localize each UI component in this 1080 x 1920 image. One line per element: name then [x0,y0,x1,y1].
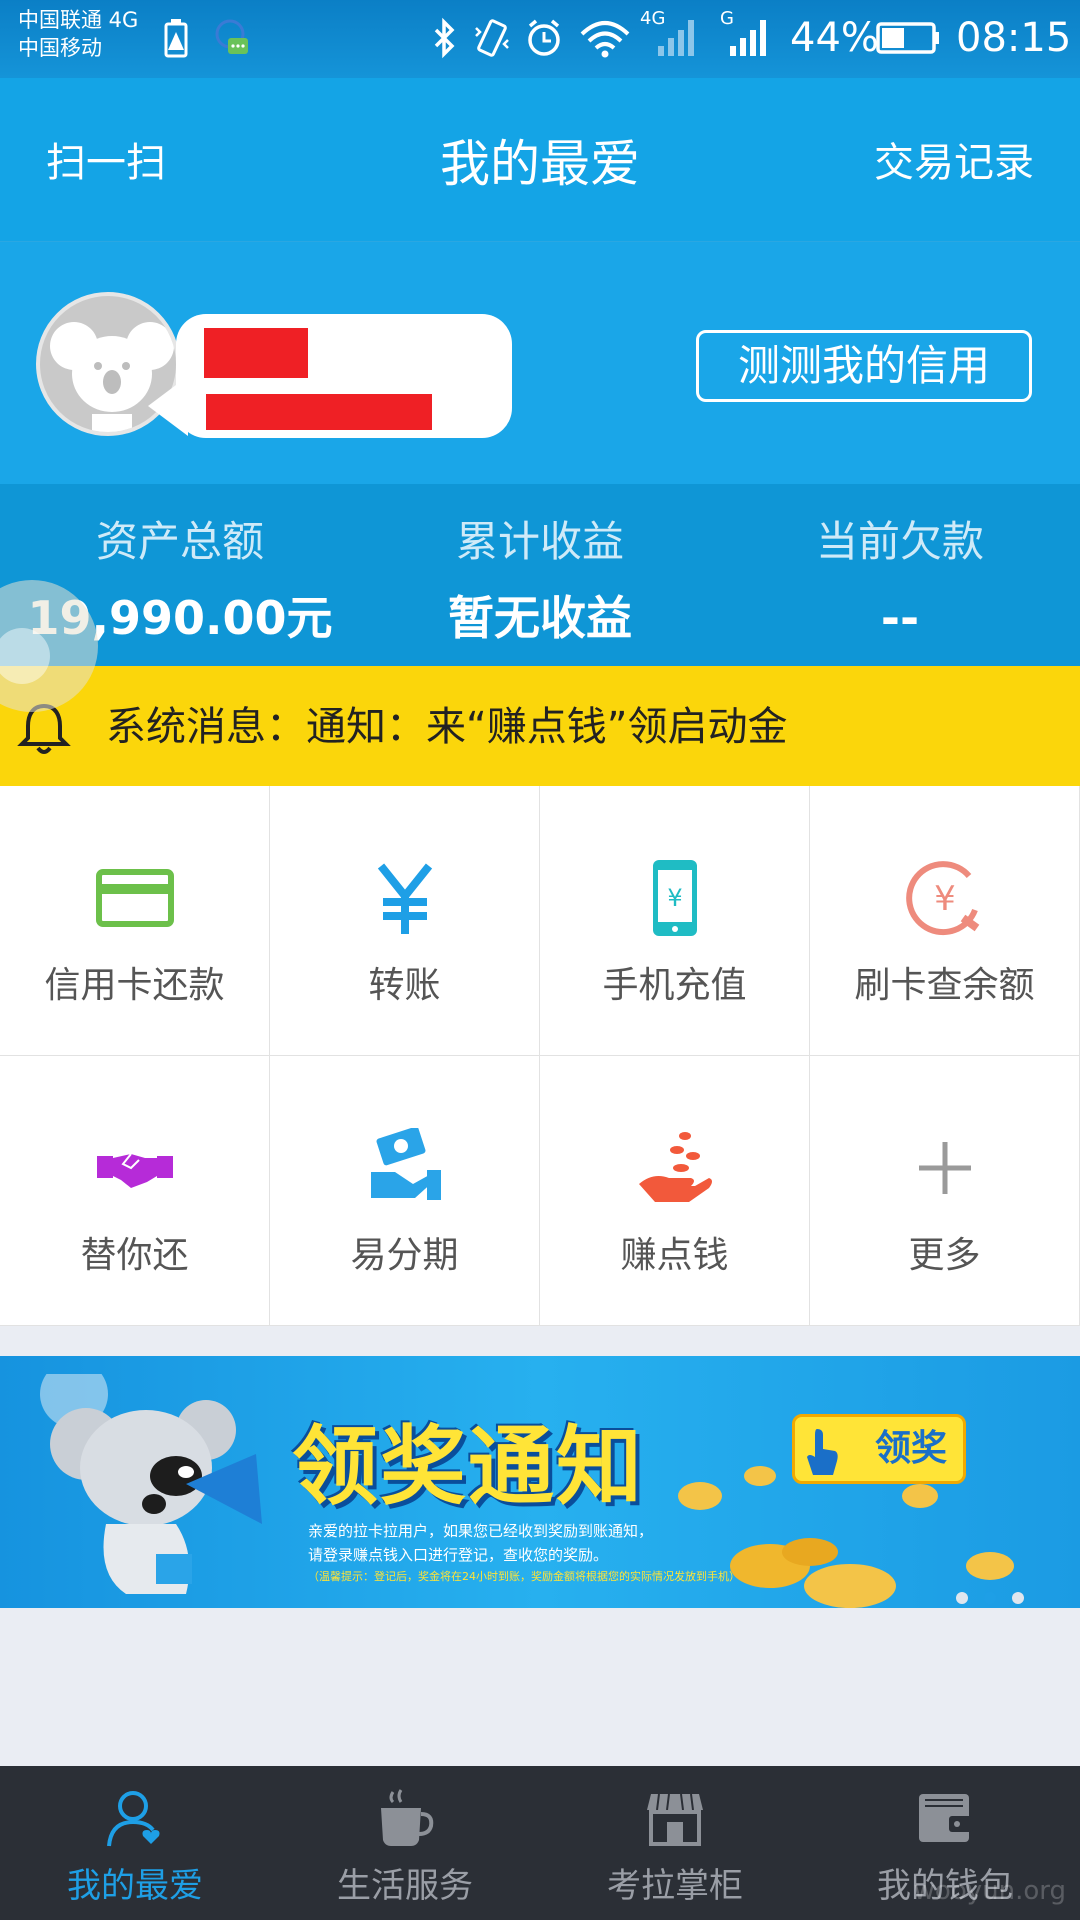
signal-icon [658,20,694,56]
gold-coins-icon [678,1466,1014,1608]
status-bar: 中国联通 4G 中国移动 4G G 44% 08:15 [0,0,1080,78]
stat-current-debt[interactable]: 当前欠款 -- [720,514,1080,648]
stat-value: -- [880,591,920,645]
service-label: 赚点钱 [620,1235,729,1276]
yuan-icon [377,863,433,934]
battery-percent: 44% [790,15,879,61]
banner-headline: 领奖通知 [292,1417,644,1517]
phone-recharge-icon: ¥ [653,860,697,936]
svg-text:¥: ¥ [667,884,682,912]
service-phone-recharge[interactable]: ¥ 手机充值 [540,786,810,1056]
transaction-history-button[interactable]: 交易记录 [874,130,1034,188]
service-label: 手机充值 [602,965,747,1006]
chat-notification-icon [215,19,248,54]
credit-check-button[interactable]: 测测我的信用 [696,330,1032,402]
stat-cumulative-income[interactable]: 累计收益 暂无收益 [360,514,720,648]
service-grid: 信用卡还款 转账 ¥ 手机充值 ¥ 刷卡查余额 替你还 易分期 赚点钱 更多 [0,786,1080,1326]
service-label: 刷卡查余额 [854,965,1035,1006]
service-label: 易分期 [350,1235,459,1276]
clock: 08:15 [956,15,1072,61]
asset-stats: 资产总额 19,990.00元 累计收益 暂无收益 当前欠款 -- [0,484,1080,666]
service-transfer[interactable]: 转账 [270,786,540,1056]
credit-card-icon [96,869,174,927]
tab-label: 我的最爱 [67,1866,203,1906]
carrier-1: 中国联通 4G [18,8,139,32]
koala-mascot-icon [40,1374,262,1594]
handshake-icon [97,1153,173,1188]
battery-icon [876,22,939,54]
tab-my-favorites[interactable]: 我的最爱 [0,1766,270,1920]
carousel-dot[interactable] [1012,1592,1024,1604]
banner-line-1: 亲爱的拉卡拉用户，如果您已经收到奖励到账通知， [308,1522,654,1540]
balance-check-icon: ¥ [906,861,980,936]
stat-label: 当前欠款 [815,517,984,566]
carrier-info: 中国联通 4G 中国移动 [18,6,138,62]
service-label: 信用卡还款 [44,965,225,1006]
carrier-2: 中国移动 [18,36,102,60]
bluetooth-icon [434,17,455,59]
stat-label: 累计收益 [455,517,624,566]
banner-line-2: 请登录赚点钱入口进行登记，查收您的奖励。 [308,1546,609,1564]
coins-hand-icon [639,1132,712,1202]
alarm-icon [528,19,560,56]
profile-section: 测测我的信用 [0,242,1080,484]
shop-icon [647,1793,703,1846]
notice-text: 系统消息：通知：来“赚点钱”领启动金 [106,704,788,750]
user-heart-icon [107,1791,160,1847]
redacted-account [206,394,432,430]
tab-label: 生活服务 [337,1866,473,1906]
coffee-cup-icon [381,1789,434,1846]
service-label: 转账 [368,965,441,1006]
service-earn-money[interactable]: 赚点钱 [540,1056,810,1326]
service-more[interactable]: 更多 [810,1056,1080,1326]
vibrate-icon [475,19,509,57]
service-installment[interactable]: 易分期 [270,1056,540,1326]
service-repay-for-you[interactable]: 替你还 [0,1056,270,1326]
signal-icon [730,20,766,56]
battery-alert-icon [164,19,188,58]
system-notice-bar[interactable]: 系统消息：通知：来“赚点钱”领启动金 [0,666,1080,786]
app-header: 扫一扫 我的最爱 交易记录 [0,78,1080,242]
installment-icon [371,1128,441,1200]
wifi-icon [580,21,630,58]
plus-icon [919,1142,971,1194]
promo-banner[interactable]: 领奖通知 亲爱的拉卡拉用户，如果您已经收到奖励到账通知， 请登录赚点钱入口进行登… [0,1356,1080,1608]
tab-label: 考拉掌柜 [607,1866,743,1906]
svg-text:¥: ¥ [934,879,956,919]
service-label: 替你还 [80,1235,189,1276]
tab-life-services[interactable]: 生活服务 [270,1766,540,1920]
service-balance-check[interactable]: ¥ 刷卡查余额 [810,786,1080,1056]
service-credit-card-repay[interactable]: 信用卡还款 [0,786,270,1056]
carousel-dot[interactable] [956,1592,968,1604]
watermark: wooyun.org [913,1876,1066,1906]
wallet-icon [919,1794,973,1842]
service-label: 更多 [908,1235,981,1276]
username-bubble [148,314,512,438]
stat-value: 暂无收益 [448,591,632,645]
tab-koala-shopkeeper[interactable]: 考拉掌柜 [540,1766,810,1920]
stat-label: 资产总额 [95,517,264,566]
carousel-dot-active[interactable] [984,1592,996,1604]
redacted-name [204,328,308,378]
